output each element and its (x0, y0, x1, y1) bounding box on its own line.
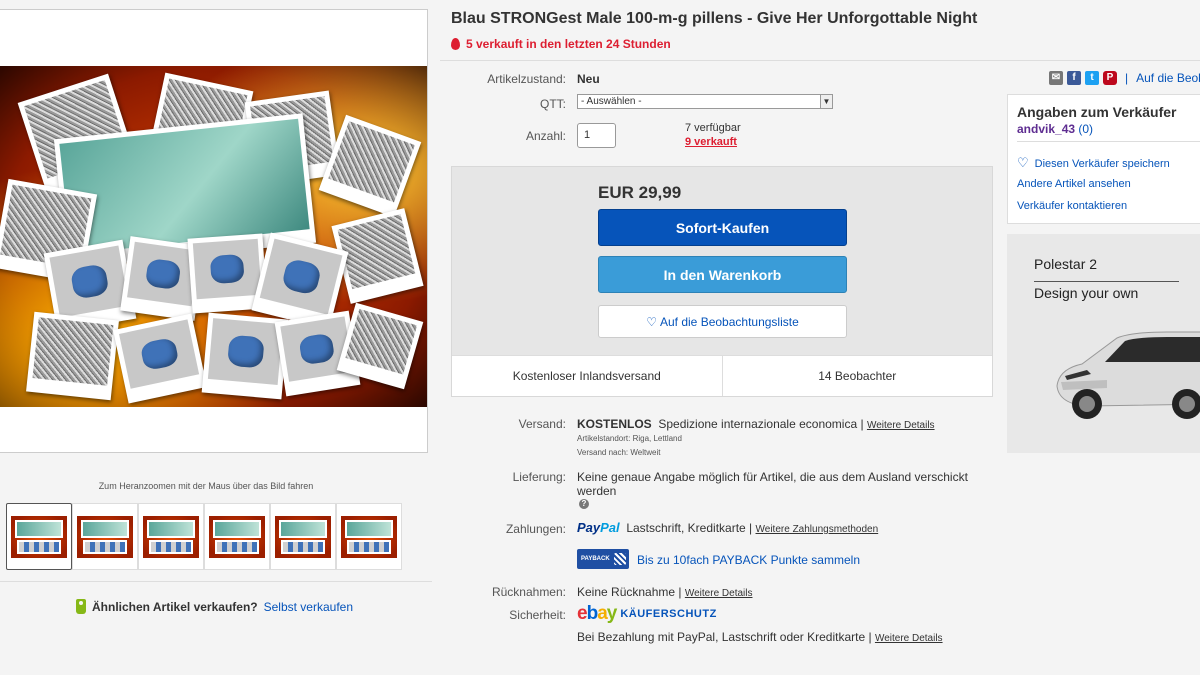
payback-link[interactable]: Bis zu 10fach PAYBACK Punkte sammeln (637, 553, 860, 567)
buyer-protection-badge: KÄUFERSCHUTZ (620, 608, 717, 620)
thumbnail[interactable] (72, 503, 138, 570)
zoom-hint: Zum Heranzoomen mit der Maus über das Bi… (98, 481, 314, 491)
quantity-input[interactable]: 1 (577, 123, 616, 148)
buy-now-button[interactable]: Sofort-Kaufen (598, 209, 847, 246)
shipping-cost: KOSTENLOS (577, 417, 652, 431)
divider (1034, 281, 1179, 282)
pinterest-icon[interactable]: P (1103, 71, 1117, 85)
mail-icon[interactable]: ✉ (1049, 71, 1063, 85)
shipping-label: Versand: (518, 417, 566, 431)
qtt-selected-value: - Auswählen - (581, 96, 642, 107)
sell-similar-row: Ähnlichen Artikel verkaufen? Selbst verk… (76, 599, 353, 614)
returns-details-link[interactable]: Weitere Details (685, 588, 753, 599)
free-shipping-note: Kostenloser Inlandsversand (512, 369, 661, 383)
paypal-logo: PayPal (577, 520, 620, 535)
qtt-select[interactable]: - Auswählen - ▼ (577, 94, 833, 109)
help-icon[interactable]: ? (579, 499, 589, 509)
ad-subtitle: Design your own (1034, 285, 1139, 301)
sold-count-link[interactable]: 9 verkauft (685, 136, 737, 148)
shipping-info: KOSTENLOS Spedizione internazionale econ… (577, 417, 935, 431)
more-payment-methods-link[interactable]: Weitere Zahlungsmethoden (756, 524, 879, 535)
quantity-label: Anzahl: (525, 129, 566, 143)
qtt-label: QTT: (540, 97, 566, 111)
security-details-link[interactable]: Weitere Details (875, 633, 943, 644)
returns-text: Keine Rücknahme | (577, 585, 682, 599)
other-items-link[interactable]: Andere Artikel ansehen (1017, 178, 1131, 190)
thumbnail[interactable] (270, 503, 336, 570)
seller-name-row: andvik_43 (0) (1017, 122, 1093, 136)
add-to-cart-button[interactable]: In den Warenkorb (598, 256, 847, 293)
recent-sales-notice: 5 verkauft in den letzten 24 Stunden (451, 37, 671, 51)
thumbnail-strip (6, 503, 402, 570)
security-text: Bei Bezahlung mit PayPal, Lastschrift od… (577, 630, 872, 644)
add-to-watchlist-button[interactable]: ♡ Auf die Beobachtungsliste (598, 305, 847, 338)
ebay-logo: ebay (577, 603, 617, 624)
share-bar: ✉ f t P | Auf die Beob (1049, 71, 1200, 85)
condition-value: Neu (577, 72, 600, 86)
price-tag-icon (76, 599, 86, 614)
thumbnail[interactable] (138, 503, 204, 570)
security-info: Bei Bezahlung mit PayPal, Lastschrift od… (577, 630, 943, 644)
thumbnail[interactable] (336, 503, 402, 570)
sell-question: Ähnlichen Artikel verkaufen? (92, 599, 258, 614)
payment-label: Zahlungen: (505, 522, 566, 536)
twitter-icon[interactable]: t (1085, 71, 1099, 85)
price: EUR 29,99 (598, 183, 682, 202)
flame-icon (451, 38, 460, 50)
payment-methods: PayPal Lastschrift, Kreditkarte | Weiter… (577, 520, 878, 535)
divider (0, 581, 432, 582)
recent-sales-text: 5 verkauft in den letzten 24 Stunden (466, 37, 671, 51)
heart-icon: ♡ (1017, 155, 1029, 170)
payment-methods-text: Lastschrift, Kreditkarte | (626, 521, 753, 535)
seller-feedback-score[interactable]: (0) (1078, 122, 1093, 136)
delivery-label: Lieferung: (512, 470, 566, 484)
chevron-down-icon[interactable]: ▼ (820, 95, 832, 108)
buy-panel-footer: Kostenloser Inlandsversand 14 Beobachter (452, 355, 992, 396)
save-seller-link[interactable]: ♡ Diesen Verkäufer speichern (1017, 155, 1170, 171)
seller-heading: Angaben zum Verkäufer (1017, 104, 1177, 120)
listing-title: Blau STRONGest Male 100-m-g pillens - Gi… (451, 10, 978, 27)
shipping-method: Spedizione internazionale economica | (658, 417, 864, 431)
returns-label: Rücknahmen: (491, 585, 566, 599)
thumbnail[interactable] (204, 503, 270, 570)
product-main-image[interactable] (0, 66, 427, 407)
security-label: Sicherheit: (509, 608, 566, 622)
watcher-count: 14 Beobachter (721, 356, 993, 396)
sell-yourself-link[interactable]: Selbst verkaufen (264, 600, 353, 614)
seller-name[interactable]: andvik_43 (1017, 122, 1075, 136)
ships-to: Versand nach: Weltweit (577, 448, 661, 457)
contact-seller-link[interactable]: Verkäufer kontaktieren (1017, 200, 1127, 212)
payback-logo: PAYBACK (577, 549, 629, 569)
ad-title: Polestar 2 (1034, 256, 1098, 272)
returns-info: Keine Rücknahme | Weitere Details (577, 585, 752, 599)
thumbnail[interactable] (6, 503, 72, 570)
advertisement[interactable]: Polestar 2 Design your own (1007, 234, 1200, 453)
available-count: 7 verfügbar (685, 122, 741, 134)
condition-label: Artikelzustand: (487, 72, 566, 86)
watchlist-link[interactable]: Auf die Beob (1136, 71, 1200, 85)
facebook-icon[interactable]: f (1067, 71, 1081, 85)
buy-panel: EUR 29,99 Sofort-Kaufen In den Warenkorb… (451, 166, 993, 397)
delivery-text: Keine genaue Angabe möglich für Artikel,… (577, 470, 968, 498)
seller-info-box: Angaben zum Verkäufer andvik_43 (0) ♡ Die… (1007, 94, 1200, 224)
heart-icon: | (1125, 71, 1129, 85)
divider (1017, 141, 1200, 142)
item-location: Artikelstandort: Riga, Lettland (577, 434, 682, 443)
divider (440, 60, 1200, 61)
watchlist-label: Auf die Beobachtungsliste (660, 315, 799, 329)
buyer-protection: ebay KÄUFERSCHUTZ (577, 603, 717, 625)
main-image-frame (0, 9, 428, 453)
heart-icon: ♡ (646, 315, 657, 329)
shipping-details-link[interactable]: Weitere Details (867, 420, 935, 431)
car-image (1056, 331, 1200, 419)
